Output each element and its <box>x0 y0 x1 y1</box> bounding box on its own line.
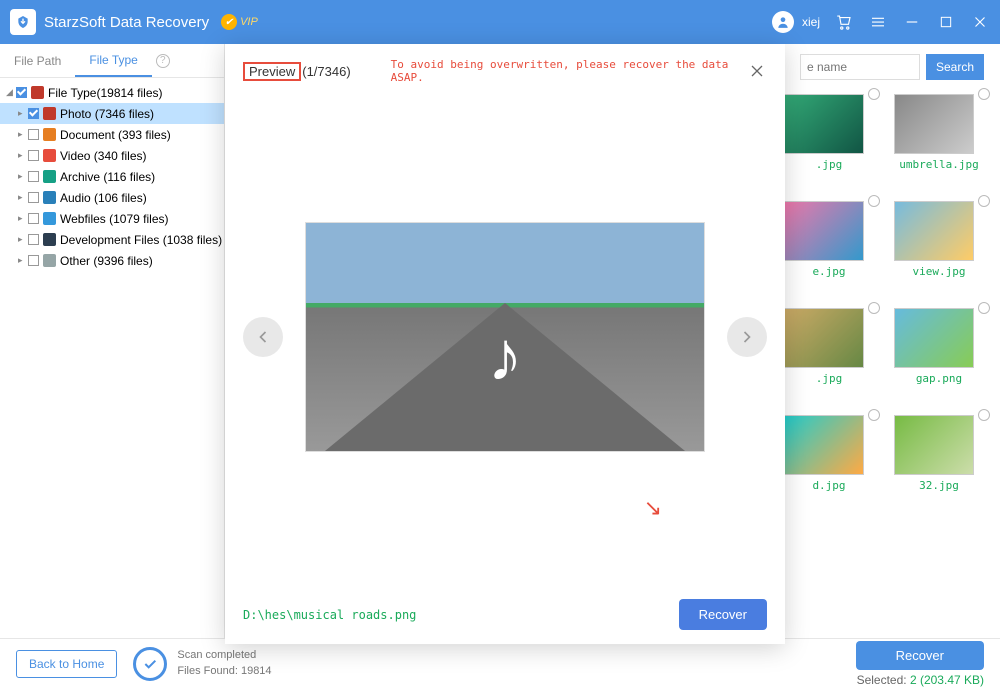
modal-close-button[interactable] <box>747 61 767 81</box>
thumbnail[interactable]: e.jpg <box>784 201 874 278</box>
tree-item-development-files[interactable]: ▸Development Files (1038 files) <box>0 229 224 250</box>
tab-file-type[interactable]: File Type <box>75 44 151 77</box>
search-button[interactable]: Search <box>926 54 984 80</box>
sidebar: File Path File Type ? ◢File Type(19814 f… <box>0 44 225 638</box>
cart-icon[interactable] <box>834 12 854 32</box>
warning-text: To avoid being overwritten, please recov… <box>391 58 747 84</box>
thumbnail[interactable]: umbrella.jpg <box>894 94 984 171</box>
scan-progress-icon <box>133 647 167 681</box>
tree-item-webfiles[interactable]: ▸Webfiles (1079 files) <box>0 208 224 229</box>
thumbnail[interactable]: 32.jpg <box>894 415 984 492</box>
thumbnail[interactable]: .jpg <box>784 94 874 171</box>
selected-count: Selected: 2 (203.47 KB) <box>856 673 984 687</box>
app-title: StarzSoft Data Recovery <box>44 14 209 31</box>
maximize-icon[interactable] <box>936 12 956 32</box>
help-icon[interactable]: ? <box>156 54 170 68</box>
user-avatar-icon[interactable] <box>772 11 794 33</box>
preview-modal: Preview (1/7346) To avoid being overwrit… <box>225 44 785 644</box>
tree-item-document[interactable]: ▸Document (393 files) <box>0 124 224 145</box>
minimize-icon[interactable] <box>902 12 922 32</box>
username: xiej <box>802 15 820 29</box>
tree-item-photo[interactable]: ▸Photo (7346 files) <box>0 103 224 124</box>
tree-item-audio[interactable]: ▸Audio (106 files) <box>0 187 224 208</box>
close-icon[interactable] <box>970 12 990 32</box>
scan-status: Scan completed Files Found: 19814 <box>177 648 271 679</box>
modal-recover-button[interactable]: Recover <box>679 599 767 630</box>
file-path-label: D:\hes\musical roads.png <box>243 608 416 622</box>
vip-badge[interactable]: ✔VIP <box>221 14 258 30</box>
back-home-button[interactable]: Back to Home <box>16 650 117 678</box>
next-button[interactable] <box>727 317 767 357</box>
preview-image: ♪ <box>305 222 705 452</box>
tree-item-other[interactable]: ▸Other (9396 files) <box>0 250 224 271</box>
tree-item-video[interactable]: ▸Video (340 files) <box>0 145 224 166</box>
preview-label: Preview <box>243 62 301 81</box>
search-input[interactable] <box>800 54 920 80</box>
tree-root[interactable]: ◢File Type(19814 files) <box>0 82 224 103</box>
app-logo <box>10 9 36 35</box>
tree-item-archive[interactable]: ▸Archive (116 files) <box>0 166 224 187</box>
titlebar: StarzSoft Data Recovery ✔VIP xiej <box>0 0 1000 44</box>
thumbnail[interactable]: .jpg <box>784 308 874 385</box>
footer: Back to Home Scan completed Files Found:… <box>0 638 1000 688</box>
thumbnail[interactable]: view.jpg <box>894 201 984 278</box>
menu-icon[interactable] <box>868 12 888 32</box>
arrow-annotation-icon: ↘ <box>644 495 662 521</box>
thumbnail[interactable]: d.jpg <box>784 415 874 492</box>
prev-button[interactable] <box>243 317 283 357</box>
thumbnail[interactable]: gap.png <box>894 308 984 385</box>
preview-count: (1/7346) <box>302 64 350 79</box>
recover-button[interactable]: Recover <box>856 641 984 670</box>
tab-file-path[interactable]: File Path <box>0 44 75 77</box>
